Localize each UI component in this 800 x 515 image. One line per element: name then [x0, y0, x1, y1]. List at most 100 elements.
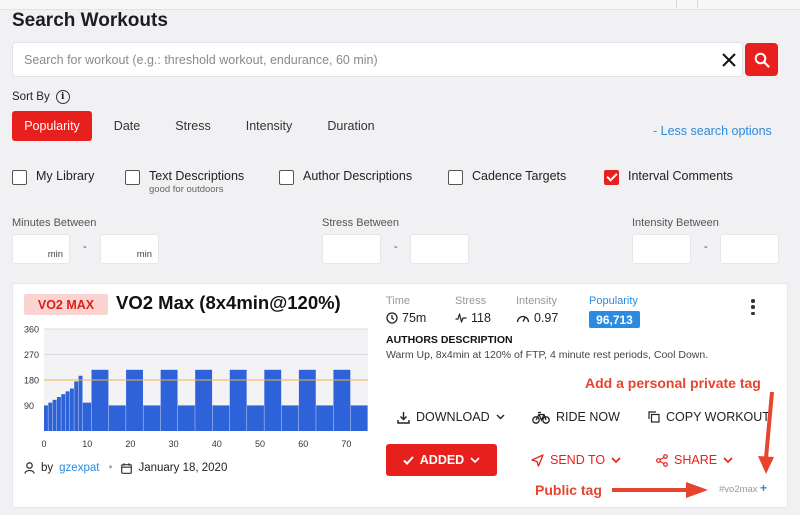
x-tick-label: 30: [169, 439, 179, 449]
added-button[interactable]: ADDED: [386, 444, 497, 476]
chevron-down-icon: [496, 414, 505, 420]
filter-text-descriptions[interactable]: Text Descriptions good for outdoors: [125, 169, 244, 195]
workout-bar: [52, 399, 57, 431]
download-icon: [397, 411, 410, 424]
author-link[interactable]: gzexpat: [59, 462, 99, 474]
workout-bar: [56, 397, 61, 431]
stress-min-input[interactable]: [322, 234, 381, 264]
clock-icon: [386, 312, 398, 324]
workout-bar: [195, 369, 213, 431]
minutes-max-input[interactable]: min: [100, 234, 159, 264]
workout-bar: [333, 369, 351, 431]
x-tick-label: 40: [212, 439, 222, 449]
y-tick-label: 180: [24, 376, 39, 386]
sort-tab-intensity[interactable]: Intensity: [236, 111, 302, 141]
ride-now-button[interactable]: RIDE NOW: [532, 410, 620, 424]
clear-icon[interactable]: [721, 52, 737, 68]
workout-bar: [48, 402, 53, 431]
author-line: by gzexpat • January 18, 2020: [24, 462, 227, 474]
check-icon: [403, 455, 414, 465]
share-icon: [656, 453, 668, 467]
download-button[interactable]: DOWNLOAD: [397, 410, 505, 424]
sort-by-label: Sort By: [12, 91, 50, 103]
range-dash: -: [394, 241, 398, 253]
y-tick-label: 270: [24, 350, 39, 360]
top-tick: [676, 0, 677, 8]
workout-bar: [212, 405, 230, 431]
workout-bar: [298, 369, 316, 431]
minutes-between-label: Minutes Between: [12, 217, 97, 229]
page-title: Search Workouts: [12, 10, 168, 31]
sort-tab-duration[interactable]: Duration: [318, 111, 384, 141]
intensity-max-input[interactable]: [720, 234, 779, 264]
top-tick: [697, 0, 698, 8]
x-tick-label: 0: [41, 439, 46, 449]
added-label: ADDED: [419, 453, 465, 467]
filter-interval-comments[interactable]: Interval Comments: [604, 169, 733, 185]
filter-label: Cadence Targets: [472, 169, 567, 183]
y-tick-label: 90: [24, 401, 34, 411]
filter-my-library[interactable]: My Library: [12, 169, 94, 185]
less-search-options-link[interactable]: - Less search options: [653, 124, 772, 138]
checkbox[interactable]: [125, 170, 140, 185]
more-menu-icon[interactable]: [748, 298, 758, 316]
gauge-icon: [516, 315, 530, 323]
stress-stat: 118: [455, 311, 491, 325]
chevron-down-icon: [470, 457, 480, 463]
intensity-min-input[interactable]: [632, 234, 691, 264]
bike-icon: [532, 411, 550, 424]
info-icon[interactable]: i: [55, 90, 70, 104]
workout-bar: [281, 405, 299, 431]
user-icon: [24, 462, 35, 474]
search-button[interactable]: [745, 43, 778, 76]
time-value: 75m: [402, 311, 427, 325]
chevron-down-icon: [611, 457, 621, 463]
filter-sublabel: good for outdoors: [149, 184, 224, 195]
intensity-value: 0.97: [534, 311, 559, 325]
public-tag[interactable]: #vo2max: [719, 484, 758, 495]
x-tick-label: 10: [82, 439, 92, 449]
send-icon: [531, 453, 544, 467]
description-heading: AUTHORS DESCRIPTION: [386, 334, 513, 346]
checkbox[interactable]: [279, 170, 294, 185]
x-tick-label: 20: [125, 439, 135, 449]
range-dash: -: [83, 241, 87, 253]
checkbox[interactable]: [12, 170, 27, 185]
range-dash: -: [704, 241, 708, 253]
checkbox-checked[interactable]: [604, 170, 619, 185]
x-tick-label: 60: [298, 439, 308, 449]
intensity-between-label: Intensity Between: [632, 217, 719, 229]
filter-cadence-targets[interactable]: Cadence Targets: [448, 169, 566, 185]
search-input[interactable]: [13, 43, 713, 76]
stress-max-input[interactable]: [410, 234, 469, 264]
workout-bar: [350, 405, 368, 431]
x-tick-label: 70: [341, 439, 351, 449]
checkbox[interactable]: [448, 170, 463, 185]
filter-label: Text Descriptions: [149, 169, 245, 183]
minutes-min-input[interactable]: min: [12, 234, 70, 264]
share-button[interactable]: SHARE: [656, 453, 733, 467]
time-stat: 75m: [386, 311, 426, 325]
workout-bar: [69, 388, 74, 431]
filter-label: Author Descriptions: [303, 169, 413, 183]
sort-tab-date[interactable]: Date: [104, 111, 150, 141]
separator: •: [108, 462, 113, 474]
workout-bar: [143, 405, 161, 431]
sort-tab-stress[interactable]: Stress: [166, 111, 220, 141]
workout-bar: [44, 405, 48, 431]
workout-bar: [108, 405, 126, 431]
workout-bar: [61, 394, 66, 431]
stress-between-label: Stress Between: [322, 217, 400, 229]
filter-author-descriptions[interactable]: Author Descriptions: [279, 169, 412, 185]
sort-tab-popularity[interactable]: Popularity: [12, 111, 92, 141]
chevron-down-icon: [723, 457, 733, 463]
workout-bar: [229, 369, 247, 431]
workout-title[interactable]: VO2 Max (8x4min@120%): [116, 292, 341, 314]
add-tag-button[interactable]: +: [760, 481, 767, 495]
copy-workout-button[interactable]: COPY WORKOUT: [648, 410, 770, 424]
workout-bar: [247, 405, 264, 431]
workout-bar: [160, 369, 178, 431]
send-to-button[interactable]: SEND TO: [531, 453, 621, 467]
calendar-icon: [121, 462, 133, 474]
workout-tag[interactable]: VO2 MAX: [24, 294, 108, 315]
